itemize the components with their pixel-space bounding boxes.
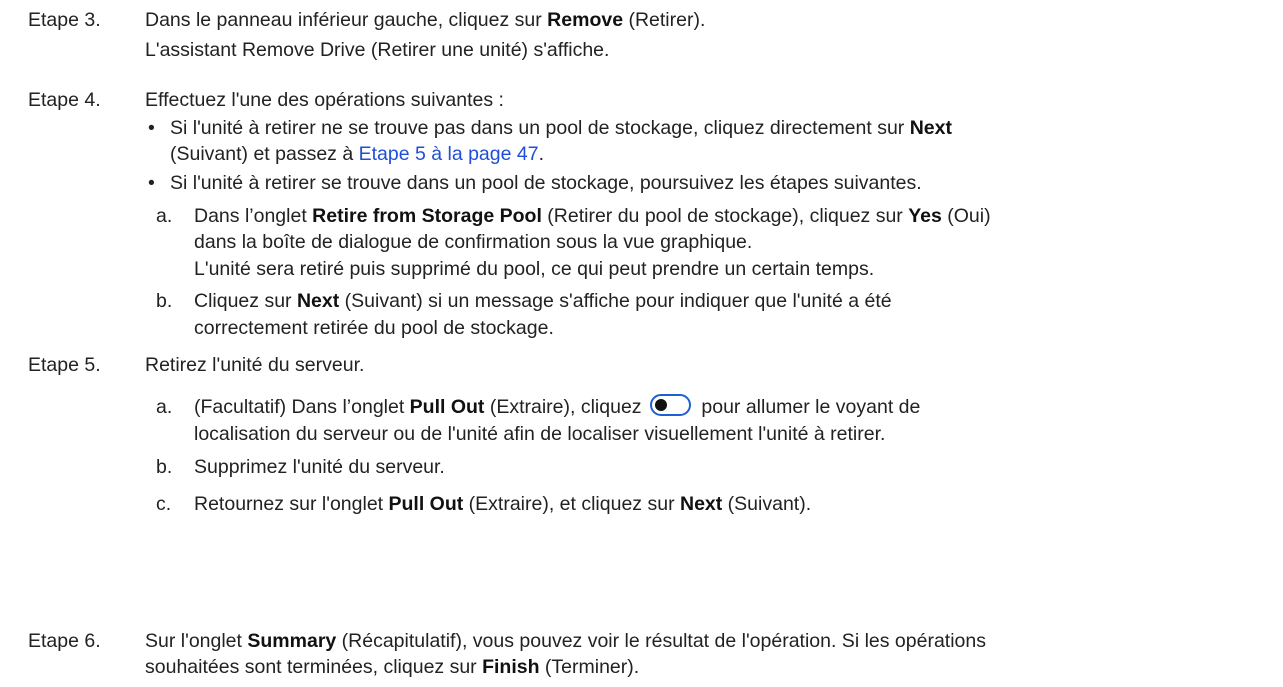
instruction-page: Etape 3. Dans le panneau inférieur gauch… [0, 0, 1283, 687]
step-5-intro: Retirez l'unité du serveur. [145, 354, 365, 376]
step-5b-line-1: Supprimez l'unité du serveur. [194, 456, 445, 478]
step-5a-line-1: (Facultatif) Dans l’onglet Pull Out (Ext… [194, 393, 920, 421]
step-label: Etape 5. [28, 354, 101, 376]
step-4b-line-2: correctement retirée du pool de stockage… [194, 317, 554, 339]
sub-letter: b. [156, 456, 173, 478]
step-label: Etape 6. [28, 630, 101, 652]
remove-term: Remove [547, 9, 624, 31]
step-5c-line-1: Retournez sur l'onglet Pull Out (Extrair… [194, 493, 812, 515]
bullet-2-line-1: Si l'unité à retirer se trouve dans un p… [170, 172, 922, 194]
step-4a-line-1: Dans l’onglet Retire from Storage Pool (… [194, 205, 991, 227]
step-4-intro: Effectuez l'une des opérations suivantes… [145, 89, 504, 111]
bullet-dot-icon: • [148, 117, 155, 139]
toggle-switch-icon [649, 393, 691, 416]
bullet-1-line-1: Si l'unité à retirer ne se trouve pas da… [170, 117, 952, 139]
sub-letter: b. [156, 290, 173, 312]
step-4a-line-3: L'unité sera retiré puis supprimé du poo… [194, 258, 875, 280]
step-5-link[interactable]: Etape 5 à la page 47 [359, 143, 539, 165]
bullet-1-line-2: (Suivant) et passez à Etape 5 à la page … [170, 143, 545, 165]
step-4a-line-2: dans la boîte de dialogue de confirmatio… [194, 231, 753, 253]
step-5a-line-2: localisation du serveur ou de l'unité af… [194, 423, 886, 445]
bullet-2: • [148, 170, 155, 197]
bullet-dot-icon: • [148, 172, 155, 194]
step-label: Etape 3. [28, 9, 101, 31]
step-3-line-1: Dans le panneau inférieur gauche, clique… [145, 9, 706, 31]
step-6-line-1: Sur l'onglet Summary (Récapitulatif), vo… [145, 630, 986, 652]
step-label: Etape 4. [28, 89, 101, 111]
sub-letter: a. [156, 396, 173, 418]
sub-letter: c. [156, 493, 172, 515]
bullet-1: • [148, 115, 155, 142]
step-4b-line-1: Cliquez sur Next (Suivant) si un message… [194, 290, 892, 312]
step-6-line-2: souhaitées sont terminées, cliquez sur F… [145, 656, 640, 678]
step-3-line-2: L'assistant Remove Drive (Retirer une un… [145, 39, 610, 61]
sub-letter: a. [156, 205, 173, 227]
